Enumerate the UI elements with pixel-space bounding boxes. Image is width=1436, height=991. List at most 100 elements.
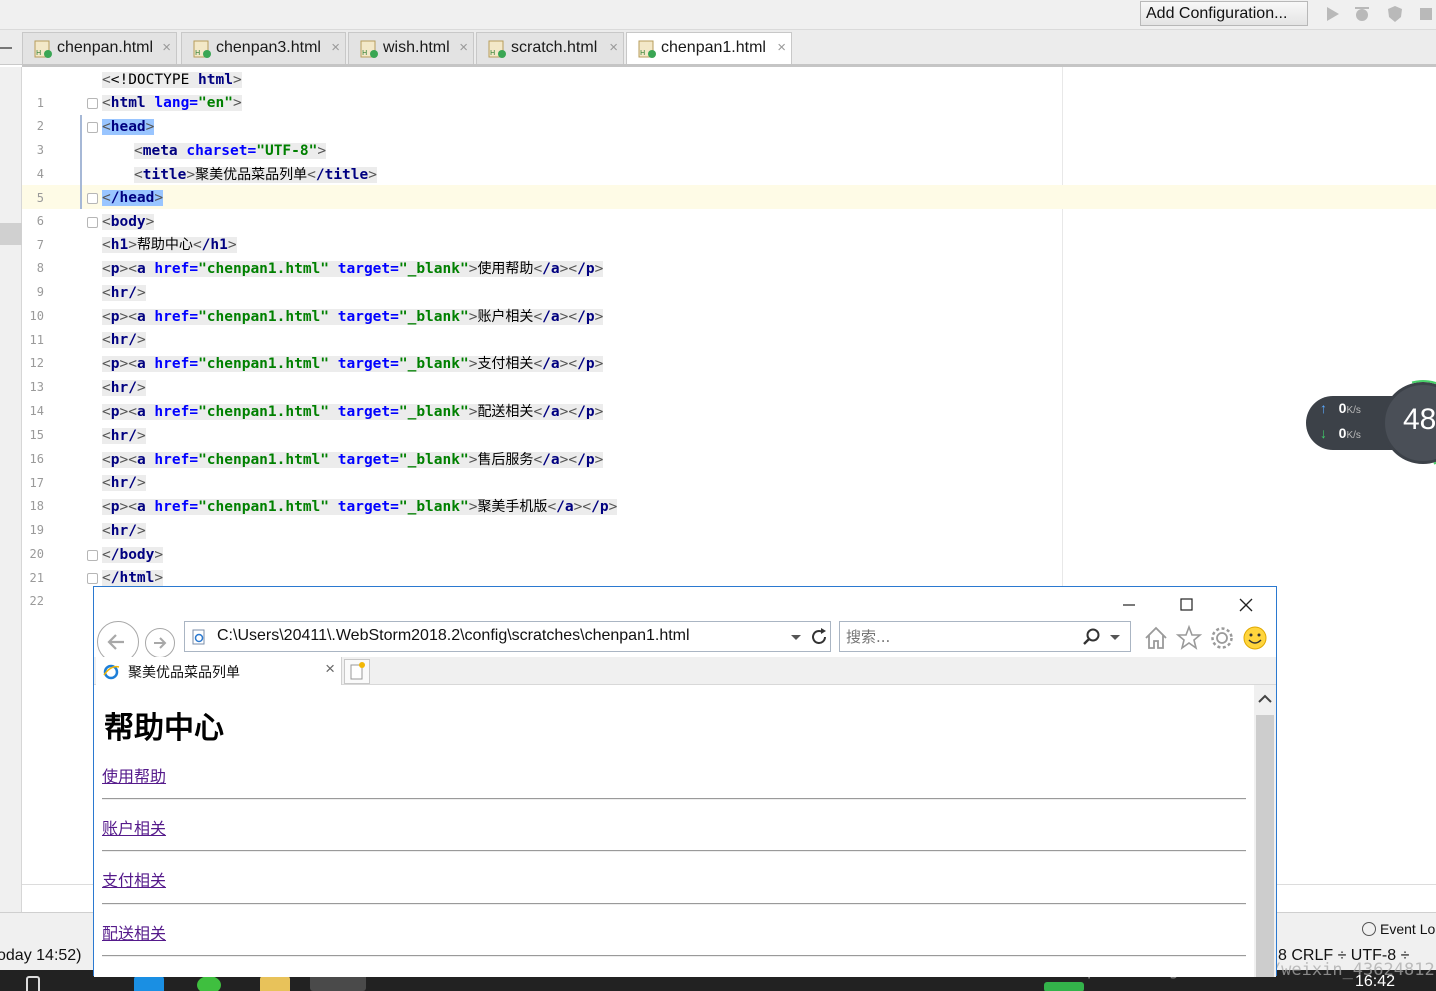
code-line[interactable]: 9 <p><a href="chenpan1.html" target="_bl…	[22, 258, 1062, 299]
fold-marker[interactable]	[87, 193, 98, 204]
scroll-up-icon[interactable]	[1257, 691, 1273, 707]
link-text: 聚美手机版	[477, 499, 548, 515]
svg-text:H: H	[36, 49, 41, 57]
search-input[interactable]	[846, 626, 1076, 648]
horizontal-rule	[102, 850, 1246, 852]
href-attr: href=	[154, 309, 199, 325]
event-log-button[interactable]: Event Lo	[1362, 921, 1435, 937]
doctype-html: html	[198, 72, 233, 88]
code-line[interactable]: 12 <hr/>	[22, 329, 1062, 370]
href-attr: href=	[154, 356, 199, 372]
target-attr: target=	[337, 356, 399, 372]
code-line[interactable]: 15 <p><a href="chenpan1.html" target="_b…	[22, 401, 1062, 442]
network-speed-widget[interactable]: ↑ 0K/s ↓ 0K/s 48	[1306, 364, 1436, 482]
fold-marker[interactable]	[87, 550, 98, 561]
editor-tab-bar: H chenpan.html × H chenpan3.html × H wis…	[0, 30, 1436, 65]
close-tab-icon[interactable]: ×	[777, 33, 786, 63]
close-tab-icon[interactable]: ×	[331, 33, 340, 63]
doctype-keyword: <!DOCTYPE	[110, 72, 190, 88]
html-close-tag: /html	[110, 570, 155, 586]
help-link-account[interactable]: 账户相关	[102, 815, 166, 839]
tab-chenpan3-html[interactable]: H chenpan3.html ×	[181, 32, 346, 64]
tab-chenpan-html[interactable]: H chenpan.html ×	[22, 32, 177, 64]
fold-marker[interactable]	[87, 122, 98, 133]
code-line[interactable]: 3 <head>	[22, 116, 1062, 157]
code-line[interactable]: 16 <hr/>	[22, 425, 1062, 466]
code-line[interactable]: 1 <<!DOCTYPE html>	[22, 69, 1062, 110]
code-line[interactable]: 14 <hr/>	[22, 377, 1062, 418]
h1-close-tag: /h1	[201, 237, 228, 253]
favorites-star-icon[interactable]	[1175, 624, 1203, 652]
tab-scratch-html[interactable]: H scratch.html ×	[476, 32, 624, 64]
fold-marker[interactable]	[87, 573, 98, 584]
close-icon[interactable]	[1216, 587, 1274, 621]
search-icon[interactable]	[1082, 627, 1102, 647]
scrollbar-thumb[interactable]	[1256, 715, 1274, 977]
search-dropdown-icon[interactable]	[1108, 630, 1122, 644]
hr-tag: hr/	[110, 332, 137, 348]
line-number: 22	[29, 594, 44, 608]
code-line[interactable]: 8 <h1>帮助中心</h1>	[22, 234, 1062, 275]
html-file-icon: H	[193, 40, 211, 58]
code-line[interactable]: 6 </head>	[22, 187, 1062, 228]
ie-tab-active[interactable]: 聚美优品菜品列单 ×	[96, 657, 342, 685]
code-line[interactable]: 20 <hr/>	[22, 520, 1062, 561]
fold-marker[interactable]	[87, 217, 98, 228]
panel-collapse-mark[interactable]	[0, 47, 12, 49]
add-configuration-button[interactable]: Add Configuration...	[1140, 1, 1308, 26]
wechat-taskbar-icon[interactable]	[197, 976, 221, 991]
new-tab-button[interactable]	[344, 659, 370, 684]
code-line[interactable]: 4 <meta charset="UTF-8">	[22, 140, 1062, 181]
a-close-tag: /a	[542, 261, 560, 277]
tab-wish-html[interactable]: H wish.html ×	[348, 32, 474, 64]
hr-tag: hr/	[110, 428, 137, 444]
start-icon[interactable]	[26, 976, 40, 991]
code-line[interactable]: 17 <p><a href="chenpan1.html" target="_b…	[22, 449, 1062, 490]
settings-gear-icon[interactable]	[1208, 624, 1236, 652]
maximize-icon[interactable]	[1158, 587, 1216, 621]
help-link-usage[interactable]: 使用帮助	[102, 763, 166, 787]
search-box[interactable]	[839, 621, 1131, 652]
forward-button[interactable]	[145, 628, 175, 658]
folder-taskbar-icon[interactable]	[260, 976, 290, 991]
ie-vertical-scrollbar[interactable]	[1254, 685, 1276, 977]
a-tag: a	[136, 452, 146, 468]
tab-chenpan1-html[interactable]: H chenpan1.html ×	[626, 32, 792, 65]
link-text: 账户相关	[477, 309, 534, 325]
webstorm-taskbar-icon[interactable]	[134, 976, 164, 991]
feedback-smiley-icon[interactable]	[1241, 624, 1269, 652]
debug-icon[interactable]	[1352, 4, 1372, 24]
close-tab-icon[interactable]: ×	[459, 33, 468, 63]
new-tab-icon	[350, 662, 365, 680]
dropdown-arrow-icon[interactable]	[789, 630, 803, 644]
code-line[interactable]: 11 <p><a href="chenpan1.html" target="_b…	[22, 306, 1062, 347]
fold-marker[interactable]	[87, 98, 98, 109]
stop-icon[interactable]	[1416, 4, 1436, 24]
code-line[interactable]: 5 <title>聚美优品菜品列单</title>	[22, 164, 1062, 205]
address-bar[interactable]: C:\Users\20411\.WebStorm2018.2\config\sc…	[184, 621, 831, 652]
code-line[interactable]: 10 <hr/>	[22, 282, 1062, 323]
code-line[interactable]: 18 <hr/>	[22, 472, 1062, 513]
home-icon[interactable]	[1142, 624, 1170, 652]
href-value: "chenpan1.html"	[198, 356, 330, 372]
refresh-icon[interactable]	[809, 627, 829, 647]
coverage-icon[interactable]	[1385, 4, 1405, 24]
help-link-payment[interactable]: 支付相关	[102, 867, 166, 891]
code-line[interactable]: 7 <body>	[22, 211, 1062, 252]
target-attr: target=	[337, 499, 399, 515]
a-close-tag: /a	[542, 404, 560, 420]
code-line[interactable]: 21 </body>	[22, 544, 1062, 585]
ie-tab-close-icon[interactable]: ×	[325, 659, 335, 679]
battery-icon	[1044, 982, 1084, 991]
run-icon[interactable]	[1322, 4, 1342, 24]
help-link-delivery[interactable]: 配送相关	[102, 920, 166, 944]
horizontal-rule	[102, 798, 1246, 800]
code-line[interactable]: 19 <p><a href="chenpan1.html" target="_b…	[22, 496, 1062, 537]
hr-tag: hr/	[110, 380, 137, 396]
code-line[interactable]: 2 <html lang="en">	[22, 92, 1062, 133]
close-tab-icon[interactable]: ×	[162, 33, 171, 63]
minimize-icon[interactable]	[1100, 587, 1158, 621]
code-line[interactable]: 13 <p><a href="chenpan1.html" target="_b…	[22, 353, 1062, 394]
body-tag: body	[110, 214, 146, 230]
close-tab-icon[interactable]: ×	[609, 33, 618, 63]
